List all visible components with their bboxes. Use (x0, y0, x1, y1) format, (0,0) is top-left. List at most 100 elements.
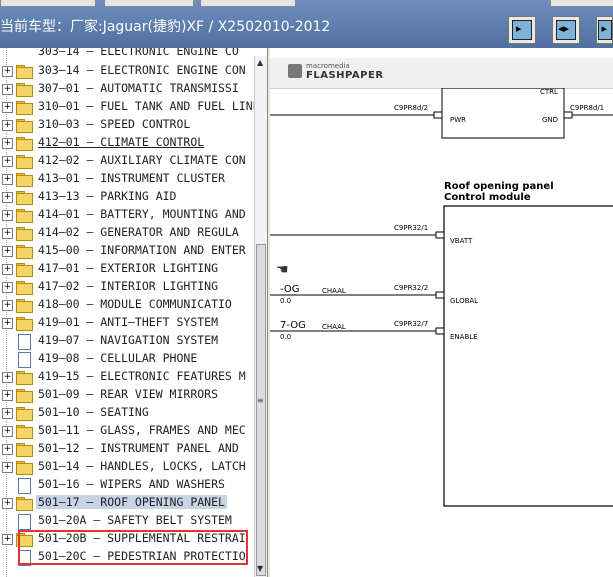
tree-item-label: 419—01 — ANTI—THEFT SYSTEM (38, 315, 219, 329)
tree-item[interactable]: +501—09 — REAR VIEW MIRRORS (0, 386, 256, 404)
folder-icon (16, 263, 33, 277)
expand-icon[interactable]: + (2, 264, 13, 275)
tree-item[interactable]: +310—03 — SPEED CONTROL (0, 116, 256, 134)
vbatt-pin-label: VBATT (450, 237, 473, 245)
expand-icon[interactable]: + (2, 66, 13, 77)
tree-item[interactable]: 501—20A — SAFETY BELT SYSTEM (0, 512, 256, 530)
module-title-2: Control module (444, 192, 531, 203)
tree-item[interactable]: +310—01 — FUEL TANK AND FUEL LINE (0, 98, 260, 116)
scroll-thumb[interactable] (256, 244, 266, 576)
tree-item-label: 501—12 — INSTRUMENT PANEL AND (38, 441, 239, 455)
tree-scrollbar[interactable]: ▲ ≡ ▼ (254, 56, 267, 577)
tree-item[interactable]: +415—00 — INFORMATION AND ENTER (0, 242, 256, 260)
tab-2[interactable] (104, 0, 194, 7)
folder-icon (16, 443, 33, 457)
expand-icon[interactable]: + (2, 192, 13, 203)
tree-item[interactable]: +413—01 — INSTRUMENT CLUSTER (0, 170, 256, 188)
expand-icon[interactable]: + (2, 300, 13, 311)
tree-item-label: 414—01 — BATTERY, MOUNTING AND (38, 207, 246, 221)
tree-item[interactable]: 419—07 — NAVIGATION SYSTEM (0, 332, 256, 350)
tree-item-label: 310—03 — SPEED CONTROL (38, 117, 191, 131)
tree-item-label: 419—08 — CELLULAR PHONE (38, 351, 198, 365)
single-page-button[interactable]: ▸ (508, 16, 536, 44)
tree-item[interactable]: +418—00 — MODULE COMMUNICATIO (0, 296, 256, 314)
tree-item[interactable]: +419—15 — ELECTRONIC FEATURES M (0, 368, 256, 386)
folder-icon (16, 245, 33, 259)
two-page-button[interactable]: ◂▸ (552, 16, 580, 44)
expand-icon[interactable]: + (2, 372, 13, 383)
tree-item-label: 417—02 — INTERIOR LIGHTING (38, 279, 219, 293)
flashpaper-toolbar: macromedia FLASHPAPER (270, 58, 613, 89)
expand-icon[interactable]: + (2, 318, 13, 329)
expand-icon[interactable]: + (2, 282, 13, 293)
global-wire-sub: 0.0 (280, 297, 291, 305)
tree-item-label: 413—01 — INSTRUMENT CLUSTER (38, 171, 225, 185)
tree-item-label: 501—10 — SEATING (38, 405, 149, 419)
tree-item[interactable]: +303—14 — ELECTRONIC ENGINE CON (0, 62, 256, 80)
tree-item-label: 501—16 — WIPERS AND WASHERS (38, 477, 225, 491)
tree-item-label: 310—01 — FUEL TANK AND FUEL LINE (38, 99, 260, 113)
folder-icon (16, 209, 33, 223)
expand-icon[interactable]: + (2, 498, 13, 509)
tree-item[interactable]: 419—08 — CELLULAR PHONE (0, 350, 256, 368)
scroll-down-icon[interactable]: ▼ (257, 564, 263, 573)
global-wire-color: CHAAL (322, 287, 346, 295)
tab-3[interactable] (200, 0, 296, 7)
tree-item[interactable]: +417—02 — INTERIOR LIGHTING (0, 278, 256, 296)
tree-item[interactable]: +501—10 — SEATING (0, 404, 256, 422)
manual-tree[interactable]: 303—14 — ELECTRONIC ENGINE CO +303—14 — … (0, 48, 268, 577)
title-bar: 当前车型：厂家:Jaguar(捷豹)XF / X2502010-2012 ▸ ◂… (0, 0, 613, 48)
tree-item[interactable]: +414—01 — BATTERY, MOUNTING AND (0, 206, 256, 224)
scroll-up-icon[interactable]: ▲ (257, 58, 263, 67)
expand-icon[interactable]: + (2, 174, 13, 185)
tree-item-label: 412—02 — AUXILIARY CLIMATE CON (38, 153, 246, 167)
continuous-button[interactable]: ▸ (596, 16, 613, 44)
expand-icon[interactable]: + (2, 102, 13, 113)
expand-icon[interactable]: + (2, 156, 13, 167)
global-wire-left-label: -OG (280, 284, 300, 295)
tree-item[interactable]: +413—13 — PARKING AID (0, 188, 256, 206)
expand-icon[interactable]: + (2, 246, 13, 257)
vbatt-connector (435, 231, 445, 239)
document-viewer[interactable]: macromedia FLASHPAPER CTRL PWR GND C9PR8… (270, 48, 613, 577)
tree-item[interactable]: +417—01 — EXTERIOR LIGHTING (0, 260, 256, 278)
expand-icon[interactable]: + (2, 462, 13, 473)
expand-icon[interactable]: + (2, 210, 13, 221)
tree-item-label: 501—20A — SAFETY BELT SYSTEM (38, 513, 232, 527)
expand-icon[interactable]: + (2, 534, 13, 545)
tree-item[interactable]: +501—11 — GLASS, FRAMES AND MEC (0, 422, 256, 440)
tree-item[interactable]: +501—14 — HANDLES, LOCKS, LATCH (0, 458, 256, 476)
tab-1[interactable] (0, 0, 96, 7)
flashpaper-brand-name: FLASHPAPER (306, 70, 384, 81)
tree-item[interactable]: 501—16 — WIPERS AND WASHERS (0, 476, 256, 494)
expand-icon[interactable]: + (2, 408, 13, 419)
folder-icon (16, 65, 33, 79)
expand-icon[interactable]: + (2, 138, 13, 149)
vbatt-connector-label: C9PR32/1 (394, 224, 428, 232)
tree-item[interactable]: +414—02 — GENERATOR AND REGULA (0, 224, 256, 242)
folder-icon (16, 173, 33, 187)
tree-row-partial[interactable]: 303—14 — ELECTRONIC ENGINE CO (0, 48, 256, 62)
tree-item[interactable]: +412—02 — AUXILIARY CLIMATE CON (0, 152, 256, 170)
folder-icon (16, 119, 33, 133)
tree-item[interactable]: +501—12 — INSTRUMENT PANEL AND (0, 440, 256, 458)
expand-icon[interactable]: + (2, 228, 13, 239)
expand-icon[interactable]: + (2, 84, 13, 95)
tree-item[interactable]: +307—01 — AUTOMATIC TRANSMISSI (0, 80, 256, 98)
tab-4[interactable] (550, 0, 613, 7)
folder-icon (16, 425, 33, 439)
folder-icon (16, 407, 33, 421)
wiring-diagram: CTRL PWR GND C9PR8d/2 C9PR8d/1 Roof open… (270, 88, 613, 507)
expand-icon[interactable]: + (2, 426, 13, 437)
tree-item[interactable]: +412—01 — CLIMATE CONTROL (0, 134, 256, 152)
gnd-connector (563, 111, 573, 119)
tree-item[interactable]: +501—17 — ROOF OPENING PANEL (0, 494, 256, 512)
folder-icon (16, 317, 33, 331)
expand-icon[interactable]: + (2, 120, 13, 131)
gnd-connector-label: C9PR8d/1 (570, 104, 604, 112)
tree-item[interactable]: +419—01 — ANTI—THEFT SYSTEM (0, 314, 256, 332)
tree-item-label: 417—01 — EXTERIOR LIGHTING (38, 261, 219, 275)
expand-icon[interactable]: + (2, 390, 13, 401)
expand-icon[interactable]: + (2, 444, 13, 455)
global-connector (435, 291, 445, 299)
